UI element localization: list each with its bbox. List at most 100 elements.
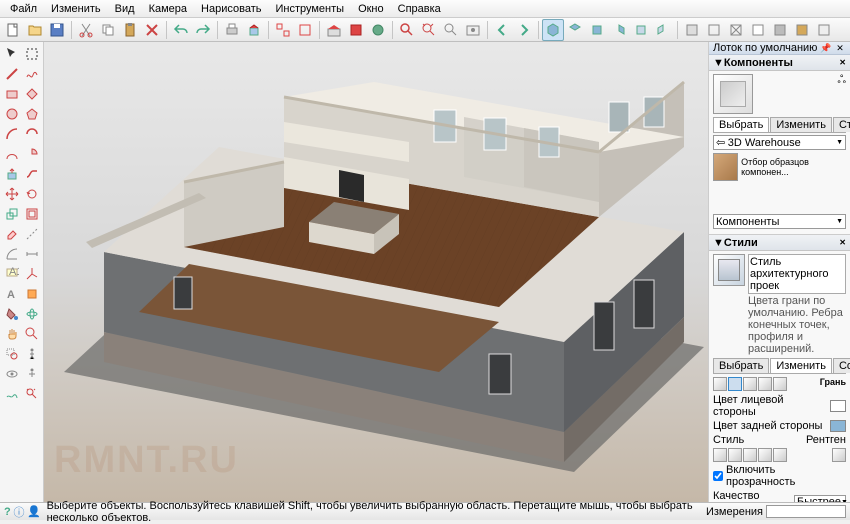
xray-icon[interactable] bbox=[703, 19, 725, 41]
close-icon[interactable]: ✕ bbox=[839, 238, 846, 247]
orbit-icon[interactable] bbox=[22, 304, 41, 323]
rotated-rect-icon[interactable] bbox=[22, 84, 41, 103]
rotate-icon[interactable] bbox=[22, 184, 41, 203]
axes-icon[interactable] bbox=[22, 264, 41, 283]
paint-icon[interactable] bbox=[2, 304, 21, 323]
style-name[interactable]: Стиль архитектурного проек bbox=[748, 254, 846, 294]
scale-icon[interactable] bbox=[2, 204, 21, 223]
menu-tools[interactable]: Инструменты bbox=[269, 2, 350, 16]
components-header[interactable]: ▼ Компоненты ✕ bbox=[709, 55, 850, 71]
tab-select[interactable]: Выбрать bbox=[713, 117, 769, 132]
left-icon[interactable] bbox=[652, 19, 674, 41]
front-icon[interactable] bbox=[586, 19, 608, 41]
pie-icon[interactable] bbox=[22, 144, 41, 163]
menu-window[interactable]: Окно bbox=[352, 2, 390, 16]
tray-pin-icon[interactable]: 📌 bbox=[820, 42, 832, 54]
zoom-tool-icon[interactable] bbox=[22, 324, 41, 343]
paste-icon[interactable] bbox=[119, 19, 141, 41]
arc3-icon[interactable] bbox=[2, 144, 21, 163]
prev-view-icon[interactable] bbox=[491, 19, 513, 41]
open-icon[interactable] bbox=[24, 19, 46, 41]
offset-icon[interactable] bbox=[22, 204, 41, 223]
menu-file[interactable]: Файл bbox=[4, 2, 43, 16]
zoom-photo-icon[interactable] bbox=[462, 19, 484, 41]
line-icon[interactable] bbox=[2, 64, 21, 83]
new-icon[interactable] bbox=[2, 19, 24, 41]
watermark-settings-icon[interactable] bbox=[758, 377, 772, 391]
select-icon[interactable] bbox=[2, 44, 21, 63]
follow-me-icon[interactable] bbox=[22, 164, 41, 183]
modeling-settings-icon[interactable] bbox=[773, 377, 787, 391]
styles-header[interactable]: ▼ Стили ✕ bbox=[709, 235, 850, 251]
save-icon[interactable] bbox=[46, 19, 68, 41]
menu-view[interactable]: Вид bbox=[109, 2, 141, 16]
face-style-icon[interactable] bbox=[681, 19, 703, 41]
redo-icon[interactable] bbox=[192, 19, 214, 41]
back-icon[interactable] bbox=[630, 19, 652, 41]
zoom-extents-icon[interactable] bbox=[418, 19, 440, 41]
edge-settings-icon[interactable] bbox=[713, 377, 727, 391]
menu-help[interactable]: Справка bbox=[392, 2, 447, 16]
viewport-3d[interactable]: RMNT.RU bbox=[44, 42, 708, 502]
delete-icon[interactable] bbox=[141, 19, 163, 41]
style-xray-icon[interactable] bbox=[832, 448, 846, 462]
measurements-input[interactable] bbox=[766, 505, 846, 518]
top-icon[interactable] bbox=[564, 19, 586, 41]
zoom-selection-icon[interactable] bbox=[440, 19, 462, 41]
pushpull-icon[interactable] bbox=[2, 164, 21, 183]
style-hidden-icon[interactable] bbox=[728, 448, 742, 462]
back-color-swatch[interactable] bbox=[830, 420, 846, 432]
info-icon[interactable]: ⓘ bbox=[14, 504, 25, 520]
style-wire-icon[interactable] bbox=[713, 448, 727, 462]
tab-select2[interactable]: Выбрать bbox=[713, 358, 769, 373]
walk-icon[interactable] bbox=[22, 344, 41, 363]
quality-dropdown[interactable]: Быстрее▼ bbox=[794, 495, 846, 502]
add-location-icon[interactable] bbox=[367, 19, 389, 41]
pan-icon[interactable] bbox=[2, 324, 21, 343]
position-camera-icon[interactable] bbox=[22, 364, 41, 383]
eraser-icon[interactable] bbox=[2, 224, 21, 243]
freehand-icon[interactable] bbox=[22, 64, 41, 83]
tab-stats[interactable]: Статистика bbox=[833, 117, 850, 132]
style-thumbnail[interactable] bbox=[713, 254, 745, 286]
style-shaded-icon[interactable] bbox=[743, 448, 757, 462]
zoom-window-icon[interactable] bbox=[2, 344, 21, 363]
back-nav-icon[interactable]: ⇦ bbox=[716, 136, 725, 149]
circle-icon[interactable] bbox=[2, 104, 21, 123]
menu-camera[interactable]: Камера bbox=[143, 2, 193, 16]
zoom-icon[interactable] bbox=[396, 19, 418, 41]
3dtext-icon[interactable]: A bbox=[2, 284, 21, 303]
textured-icon[interactable] bbox=[791, 19, 813, 41]
protractor-icon[interactable] bbox=[2, 244, 21, 263]
face-settings-icon[interactable] bbox=[728, 377, 742, 391]
extensions-icon[interactable] bbox=[345, 19, 367, 41]
component-menu-icon[interactable]: ஃ bbox=[837, 74, 846, 114]
polygon-icon[interactable] bbox=[22, 104, 41, 123]
arc-icon[interactable] bbox=[2, 124, 21, 143]
component-thumbnail[interactable] bbox=[713, 74, 753, 114]
shaded-icon[interactable] bbox=[769, 19, 791, 41]
style-mono-icon[interactable] bbox=[773, 448, 787, 462]
tab-edit2[interactable]: Изменить bbox=[770, 358, 832, 373]
lasso-icon[interactable] bbox=[22, 44, 41, 63]
warehouse-icon[interactable] bbox=[323, 19, 345, 41]
look-icon[interactable] bbox=[2, 364, 21, 383]
tape-icon[interactable] bbox=[22, 224, 41, 243]
front-color-swatch[interactable] bbox=[830, 400, 846, 412]
copy-icon[interactable] bbox=[97, 19, 119, 41]
group-icon[interactable] bbox=[272, 19, 294, 41]
hidden-line-icon[interactable] bbox=[747, 19, 769, 41]
close-icon[interactable]: ✕ bbox=[839, 58, 846, 67]
menu-edit[interactable]: Изменить bbox=[45, 2, 107, 16]
print-icon[interactable] bbox=[221, 19, 243, 41]
tab-edit[interactable]: Изменить bbox=[770, 117, 832, 132]
wireframe-icon[interactable] bbox=[725, 19, 747, 41]
model-info-icon[interactable] bbox=[243, 19, 265, 41]
monochrome-icon[interactable] bbox=[813, 19, 835, 41]
geo-icon[interactable]: 👤 bbox=[27, 505, 41, 518]
components-footer-dropdown[interactable]: Компоненты ▼ bbox=[713, 214, 846, 229]
menu-draw[interactable]: Нарисовать bbox=[195, 2, 267, 16]
text-icon[interactable]: A1 bbox=[2, 264, 21, 283]
component-icon[interactable] bbox=[294, 19, 316, 41]
sample-thumb[interactable] bbox=[713, 153, 738, 181]
